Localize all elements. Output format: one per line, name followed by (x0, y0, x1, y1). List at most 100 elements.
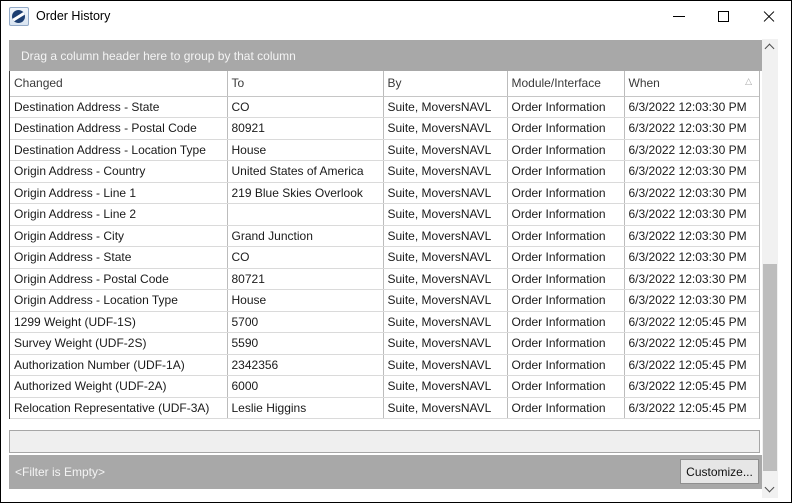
cell-changed: Origin Address - Location Type (10, 289, 228, 312)
cell-module: Order Information (507, 289, 625, 312)
cell-module: Order Information (507, 375, 625, 398)
column-header-when[interactable]: When △ (624, 71, 759, 97)
cell-module: Order Information (507, 268, 625, 290)
cell-when: 6/3/2022 12:05:45 PM (624, 397, 759, 419)
table-row[interactable]: Destination Address - Location Type House… (10, 139, 759, 161)
cell-to (227, 203, 384, 226)
cell-when: 6/3/2022 12:03:30 PM (624, 160, 759, 183)
cell-by: Suite, MoversNAVL (383, 397, 508, 419)
close-button[interactable] (746, 1, 791, 31)
cell-module: Order Information (507, 117, 625, 140)
cell-to: House (227, 289, 384, 312)
table-row[interactable]: Origin Address - City Grand Junction Suite… (10, 225, 759, 247)
cell-when: 6/3/2022 12:03:30 PM (624, 203, 759, 226)
cell-when: 6/3/2022 12:03:30 PM (624, 182, 759, 204)
cell-changed: Destination Address - Postal Code (10, 117, 228, 140)
cell-module: Order Information (507, 203, 625, 226)
cell-to: CO (227, 246, 384, 269)
cell-by: Suite, MoversNAVL (383, 117, 508, 140)
cell-changed: Destination Address - State (10, 96, 228, 118)
minimize-icon (673, 16, 685, 17)
cell-module: Order Information (507, 246, 625, 269)
chevron-up-icon (764, 43, 775, 54)
cell-changed: Survey Weight (UDF-2S) (10, 332, 228, 355)
cell-by: Suite, MoversNAVL (383, 332, 508, 355)
cell-by: Suite, MoversNAVL (383, 160, 508, 183)
cell-changed: Authorization Number (UDF-1A) (10, 354, 228, 376)
maximize-button[interactable] (701, 1, 746, 31)
cell-by: Suite, MoversNAVL (383, 354, 508, 376)
table-row[interactable]: Destination Address - State CO Suite, Move… (10, 96, 759, 118)
cell-by: Suite, MoversNAVL (383, 289, 508, 312)
cell-to: 5590 (227, 332, 384, 355)
column-header-by[interactable]: By (383, 71, 508, 97)
cell-to: United States of America (227, 160, 384, 183)
column-header-changed[interactable]: Changed (10, 71, 228, 97)
cell-changed: Origin Address - Line 2 (10, 203, 228, 226)
cell-when: 6/3/2022 12:03:30 PM (624, 96, 759, 118)
cell-when: 6/3/2022 12:03:30 PM (624, 139, 759, 161)
table-row[interactable]: 1299 Weight (UDF-1S) 5700 Suite, MoversNAV… (10, 311, 759, 333)
globe-icon (12, 9, 25, 23)
cell-changed: Destination Address - Location Type (10, 139, 228, 161)
cell-by: Suite, MoversNAVL (383, 311, 508, 333)
cell-by: Suite, MoversNAVL (383, 246, 508, 269)
sort-asc-icon: △ (745, 77, 752, 88)
table-row[interactable]: Origin Address - Line 1 219 Blue Skies Ov… (10, 182, 759, 204)
cell-module: Order Information (507, 311, 625, 333)
cell-to: Leslie Higgins (227, 397, 384, 419)
table-row[interactable]: Origin Address - State CO Suite, MoversNAV… (10, 246, 759, 269)
group-by-panel[interactable]: Drag a column header here to group by th… (9, 40, 762, 71)
titlebar: Order History (1, 1, 791, 31)
column-header-row: Changed To By Module/Interface When △ (10, 71, 759, 97)
scrollbar-thumb[interactable] (763, 264, 777, 471)
column-header-module[interactable]: Module/Interface (507, 71, 625, 97)
cell-by: Suite, MoversNAVL (383, 139, 508, 161)
horizontal-scrollbar[interactable] (9, 430, 760, 453)
cell-to: House (227, 139, 384, 161)
cell-by: Suite, MoversNAVL (383, 225, 508, 247)
cell-when: 6/3/2022 12:05:45 PM (624, 375, 759, 398)
cell-changed: Origin Address - City (10, 225, 228, 247)
cell-to: 6000 (227, 375, 384, 398)
cell-when: 6/3/2022 12:05:45 PM (624, 311, 759, 333)
table-row[interactable]: Authorization Number (UDF-1A) 2342356 Suit… (10, 354, 759, 376)
cell-module: Order Information (507, 332, 625, 355)
cell-when: 6/3/2022 12:05:45 PM (624, 332, 759, 355)
app-logo-icon (9, 6, 29, 26)
cell-when: 6/3/2022 12:05:45 PM (624, 354, 759, 376)
column-header-label: To (231, 76, 245, 91)
table-row[interactable]: Destination Address - Postal Code 80921 Su… (10, 117, 759, 140)
cell-changed: Origin Address - Postal Code (10, 268, 228, 290)
cell-by: Suite, MoversNAVL (383, 182, 508, 204)
order-history-grid: Changed To By Module/Interface When △ Destina… (9, 71, 760, 419)
table-row[interactable]: Origin Address - Line 2 Suite, MoversNAVL… (10, 203, 759, 226)
cell-changed: Origin Address - Country (10, 160, 228, 183)
chevron-down-icon (764, 482, 775, 493)
cell-changed: Origin Address - State (10, 246, 228, 269)
cell-to: Grand Junction (227, 225, 384, 247)
cell-module: Order Information (507, 397, 625, 419)
cell-by: Suite, MoversNAVL (383, 96, 508, 118)
table-row[interactable]: Relocation Representative (UDF-3A) Leslie… (10, 397, 759, 419)
cell-to: 2342356 (227, 354, 384, 376)
maximize-icon (718, 11, 729, 22)
cell-module: Order Information (507, 96, 625, 118)
cell-module: Order Information (507, 160, 625, 183)
scroll-down-button[interactable] (762, 481, 778, 498)
cell-by: Suite, MoversNAVL (383, 375, 508, 398)
minimize-button[interactable] (656, 1, 701, 31)
window-controls (656, 1, 791, 31)
table-row[interactable]: Origin Address - Country United States of… (10, 160, 759, 183)
customize-button[interactable]: Customize... (680, 459, 759, 484)
column-header-to[interactable]: To (227, 71, 384, 97)
table-row[interactable]: Origin Address - Location Type House Suite… (10, 289, 759, 312)
window-title: Order History (36, 9, 111, 23)
table-row[interactable]: Authorized Weight (UDF-2A) 6000 Suite, Mov… (10, 375, 759, 398)
scroll-up-button[interactable] (762, 39, 778, 56)
column-header-label: Changed (14, 76, 63, 91)
vertical-scrollbar[interactable] (762, 39, 778, 498)
table-row[interactable]: Origin Address - Postal Code 80721 Suite, … (10, 268, 759, 290)
table-row[interactable]: Survey Weight (UDF-2S) 5590 Suite, MoversN… (10, 332, 759, 355)
cell-changed: Origin Address - Line 1 (10, 182, 228, 204)
